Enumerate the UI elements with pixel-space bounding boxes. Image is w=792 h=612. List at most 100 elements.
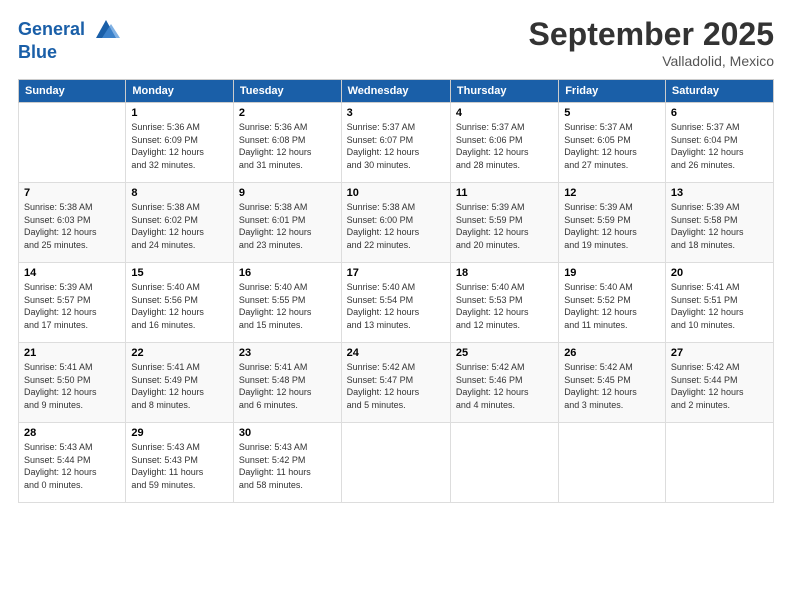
cell-w3-d2: 16Sunrise: 5:40 AM Sunset: 5:55 PM Dayli… [233,263,341,343]
col-sunday: Sunday [19,80,126,103]
week-row-2: 7Sunrise: 5:38 AM Sunset: 6:03 PM Daylig… [19,183,774,263]
day-number: 6 [671,107,768,119]
day-number: 5 [564,107,660,119]
cell-w4-d5: 26 Sunrise: 5:42 AM Sunset: 5:45 PM Dayli… [559,343,666,423]
cell-w5-d0: 28 Sunrise: 5:43 AM Sunset: 5:44 PM Dayli… [19,423,126,503]
day-info: Sunrise: 5:36 AM Sunset: 6:08 PM Dayligh… [239,121,336,171]
day-number: 4 [456,107,553,119]
page: General Blue September 2025 Valladolid, … [0,0,792,612]
day-number: 1 [131,107,228,119]
day-info: Sunrise: 5:39 AM Sunset: 5:57 PM Dayligh… [24,281,120,331]
day-info: Sunrise: 5:43 AM Sunset: 5:42 PM Dayligh… [239,441,336,491]
day-number: 15 [131,267,228,279]
cell-w5-d5 [559,423,666,503]
cell-w2-d6: 13 Sunrise: 5:39 AM Sunset: 5:58 PM Dayli… [665,183,773,263]
cell-w3-d3: 17 Sunrise: 5:40 AM Sunset: 5:54 PM Dayli… [341,263,450,343]
day-info: Sunrise: 5:38 AM Sunset: 6:00 PM Dayligh… [347,201,445,251]
cell-w5-d6 [665,423,773,503]
cell-w1-d6: 6 Sunrise: 5:37 AM Sunset: 6:04 PM Daylig… [665,103,773,183]
day-info: Sunrise: 5:36 AM Sunset: 6:09 PM Dayligh… [131,121,228,171]
cell-w1-d3: 3 Sunrise: 5:37 AM Sunset: 6:07 PM Daylig… [341,103,450,183]
day-number: 23 [239,347,336,359]
header-row: Sunday Monday Tuesday Wednesday Thursday… [19,80,774,103]
cell-w4-d0: 21 Sunrise: 5:41 AM Sunset: 5:50 PM Dayli… [19,343,126,423]
day-info: Sunrise: 5:38 AM Sunset: 6:02 PM Dayligh… [131,201,228,251]
cell-w2-d1: 8 Sunrise: 5:38 AM Sunset: 6:02 PM Daylig… [126,183,234,263]
day-info: Sunrise: 5:39 AM Sunset: 5:59 PM Dayligh… [456,201,553,251]
cell-w4-d4: 25 Sunrise: 5:42 AM Sunset: 5:46 PM Dayli… [450,343,558,423]
col-wednesday: Wednesday [341,80,450,103]
day-info: Sunrise: 5:40 AM Sunset: 5:53 PM Dayligh… [456,281,553,331]
cell-w4-d6: 27Sunrise: 5:42 AM Sunset: 5:44 PM Dayli… [665,343,773,423]
cell-w2-d2: 9 Sunrise: 5:38 AM Sunset: 6:01 PM Daylig… [233,183,341,263]
day-info: Sunrise: 5:43 AM Sunset: 5:44 PM Dayligh… [24,441,120,491]
logo: General Blue [18,16,120,63]
day-number: 10 [347,187,445,199]
day-info: Sunrise: 5:42 AM Sunset: 5:44 PM Dayligh… [671,361,768,411]
day-number: 28 [24,427,120,439]
day-info: Sunrise: 5:39 AM Sunset: 5:58 PM Dayligh… [671,201,768,251]
col-saturday: Saturday [665,80,773,103]
day-number: 21 [24,347,120,359]
day-number: 29 [131,427,228,439]
day-info: Sunrise: 5:43 AM Sunset: 5:43 PM Dayligh… [131,441,228,491]
day-info: Sunrise: 5:42 AM Sunset: 5:46 PM Dayligh… [456,361,553,411]
week-row-3: 14Sunrise: 5:39 AM Sunset: 5:57 PM Dayli… [19,263,774,343]
day-info: Sunrise: 5:41 AM Sunset: 5:50 PM Dayligh… [24,361,120,411]
day-info: Sunrise: 5:38 AM Sunset: 6:01 PM Dayligh… [239,201,336,251]
cell-w3-d0: 14Sunrise: 5:39 AM Sunset: 5:57 PM Dayli… [19,263,126,343]
cell-w1-d2: 2Sunrise: 5:36 AM Sunset: 6:08 PM Daylig… [233,103,341,183]
cell-w3-d4: 18 Sunrise: 5:40 AM Sunset: 5:53 PM Dayli… [450,263,558,343]
day-info: Sunrise: 5:41 AM Sunset: 5:48 PM Dayligh… [239,361,336,411]
day-number: 13 [671,187,768,199]
cell-w4-d3: 24Sunrise: 5:42 AM Sunset: 5:47 PM Dayli… [341,343,450,423]
day-number: 26 [564,347,660,359]
day-number: 3 [347,107,445,119]
day-number: 11 [456,187,553,199]
day-info: Sunrise: 5:39 AM Sunset: 5:59 PM Dayligh… [564,201,660,251]
logo-general: General [18,19,85,39]
week-row-5: 28 Sunrise: 5:43 AM Sunset: 5:44 PM Dayli… [19,423,774,503]
day-number: 22 [131,347,228,359]
day-info: Sunrise: 5:37 AM Sunset: 6:04 PM Dayligh… [671,121,768,171]
cell-w5-d3 [341,423,450,503]
cell-w1-d1: 1 Sunrise: 5:36 AM Sunset: 6:09 PM Daylig… [126,103,234,183]
col-thursday: Thursday [450,80,558,103]
day-number: 25 [456,347,553,359]
logo-icon [92,16,120,44]
day-info: Sunrise: 5:40 AM Sunset: 5:52 PM Dayligh… [564,281,660,331]
day-number: 12 [564,187,660,199]
cell-w2-d3: 10 Sunrise: 5:38 AM Sunset: 6:00 PM Dayli… [341,183,450,263]
week-row-4: 21 Sunrise: 5:41 AM Sunset: 5:50 PM Dayli… [19,343,774,423]
cell-w1-d4: 4 Sunrise: 5:37 AM Sunset: 6:06 PM Daylig… [450,103,558,183]
day-number: 24 [347,347,445,359]
month-title: September 2025 [529,16,774,53]
day-info: Sunrise: 5:37 AM Sunset: 6:06 PM Dayligh… [456,121,553,171]
day-info: Sunrise: 5:37 AM Sunset: 6:07 PM Dayligh… [347,121,445,171]
col-monday: Monday [126,80,234,103]
col-tuesday: Tuesday [233,80,341,103]
day-number: 19 [564,267,660,279]
day-info: Sunrise: 5:40 AM Sunset: 5:54 PM Dayligh… [347,281,445,331]
day-info: Sunrise: 5:38 AM Sunset: 6:03 PM Dayligh… [24,201,120,251]
day-number: 17 [347,267,445,279]
col-friday: Friday [559,80,666,103]
day-number: 8 [131,187,228,199]
day-info: Sunrise: 5:37 AM Sunset: 6:05 PM Dayligh… [564,121,660,171]
cell-w3-d6: 20Sunrise: 5:41 AM Sunset: 5:51 PM Dayli… [665,263,773,343]
logo-blue: Blue [18,42,120,63]
day-info: Sunrise: 5:42 AM Sunset: 5:45 PM Dayligh… [564,361,660,411]
header: General Blue September 2025 Valladolid, … [18,16,774,69]
day-info: Sunrise: 5:40 AM Sunset: 5:56 PM Dayligh… [131,281,228,331]
day-number: 18 [456,267,553,279]
cell-w3-d5: 19 Sunrise: 5:40 AM Sunset: 5:52 PM Dayli… [559,263,666,343]
title-block: September 2025 Valladolid, Mexico [529,16,774,69]
day-number: 9 [239,187,336,199]
cell-w5-d1: 29 Sunrise: 5:43 AM Sunset: 5:43 PM Dayli… [126,423,234,503]
cell-w1-d5: 5 Sunrise: 5:37 AM Sunset: 6:05 PM Daylig… [559,103,666,183]
cell-w2-d0: 7Sunrise: 5:38 AM Sunset: 6:03 PM Daylig… [19,183,126,263]
day-info: Sunrise: 5:41 AM Sunset: 5:49 PM Dayligh… [131,361,228,411]
day-number: 20 [671,267,768,279]
logo-text: General [18,16,120,44]
cell-w3-d1: 15 Sunrise: 5:40 AM Sunset: 5:56 PM Dayli… [126,263,234,343]
